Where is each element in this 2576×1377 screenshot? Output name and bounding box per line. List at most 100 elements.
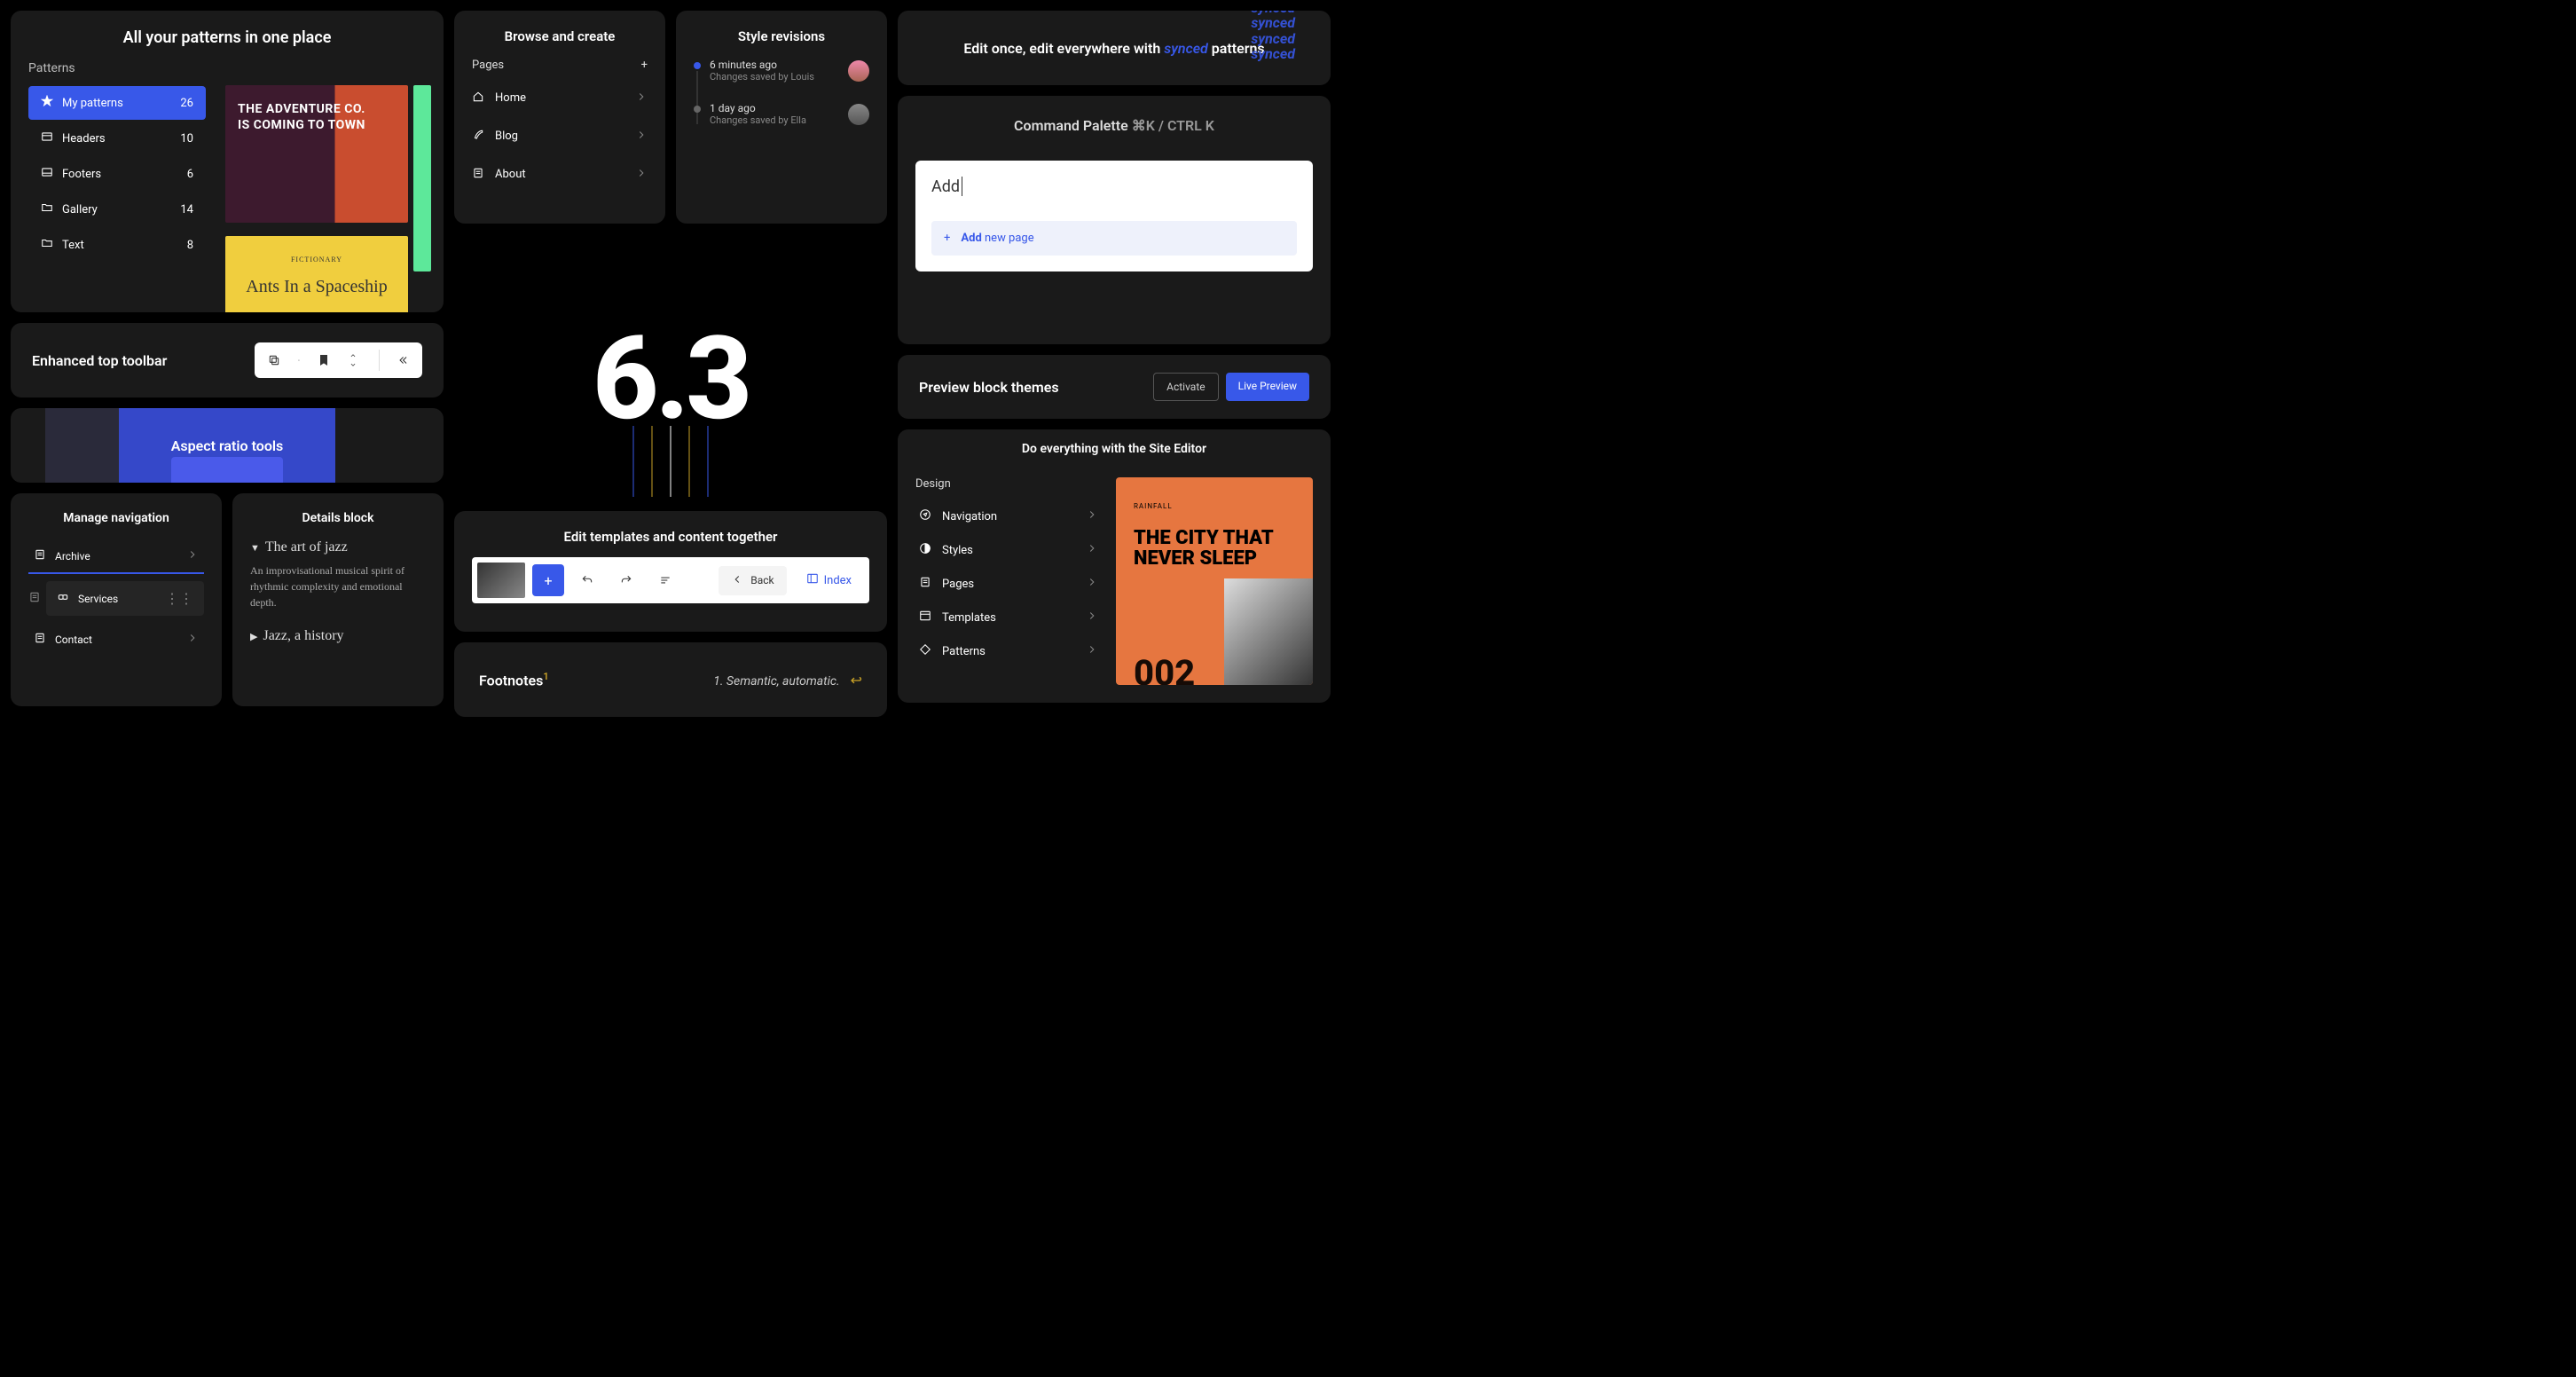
live-preview-button[interactable]: Live Preview (1226, 373, 1309, 401)
details-summary-open[interactable]: ▼The art of jazz (250, 539, 426, 555)
se-label: Templates (942, 611, 996, 625)
revision-item[interactable]: 6 minutes ago Changes saved by Louis (694, 59, 869, 83)
bookmark-icon[interactable] (315, 353, 333, 367)
nav-label: Archive (55, 550, 90, 563)
nav-label: Services (78, 593, 118, 605)
pattern-item-my-patterns[interactable]: My patterns 26 (28, 86, 206, 120)
pattern-label: My patterns (62, 97, 123, 110)
chevron-right-icon (635, 128, 648, 145)
nav-item-services[interactable]: Services ⋮⋮ (46, 581, 204, 616)
star-icon (41, 95, 53, 111)
copy-icon[interactable] (265, 354, 283, 366)
pattern-count: 10 (180, 132, 193, 146)
templates-card: Edit templates and content together + Ba… (454, 511, 887, 632)
command-title: Command Palette ⌘K / CTRL K (915, 117, 1313, 134)
revision-by: Changes saved by Ella (710, 114, 806, 126)
se-item-pages[interactable]: Pages (915, 567, 1102, 601)
home-icon (472, 90, 484, 106)
toolbar-card: Enhanced top toolbar · (11, 323, 444, 397)
se-label: Styles (942, 544, 973, 557)
chevron-right-icon (1086, 576, 1098, 592)
pattern-preview-ants[interactable]: FICTIONARY Ants In a Spaceship (225, 236, 408, 312)
site-editor-card: Do everything with the Site Editor Desig… (898, 429, 1331, 703)
command-result-add-page[interactable]: + Add new page (931, 221, 1297, 256)
preview-small: FICTIONARY (291, 256, 342, 264)
synced-card: syncedsyncedsyncedsyncedsynced Edit once… (898, 11, 1331, 85)
pattern-label: Gallery (62, 203, 98, 216)
pattern-item-headers[interactable]: Headers 10 (28, 122, 206, 155)
page-item-blog[interactable]: Blog (472, 117, 648, 155)
chevron-left-icon (731, 573, 743, 588)
avatar (848, 104, 869, 125)
add-page-button[interactable]: + (641, 59, 648, 72)
document-icon (472, 167, 484, 183)
list-view-button[interactable] (649, 564, 681, 596)
pattern-count: 8 (187, 239, 193, 252)
move-icon[interactable] (347, 351, 365, 369)
chevron-right-icon (1086, 643, 1098, 659)
activate-button[interactable]: Activate (1153, 373, 1219, 401)
nav-item-contact[interactable]: Contact (28, 623, 204, 656)
page-item-about[interactable]: About (472, 155, 648, 193)
page-label: Blog (495, 130, 518, 143)
chevron-right-icon (186, 632, 199, 647)
arrow-right-icon: ▶ (250, 632, 257, 642)
command-shortcut: ⌘K / CTRL K (1132, 117, 1214, 134)
return-icon[interactable]: ↩ (851, 672, 862, 688)
pattern-label: Footers (62, 168, 101, 181)
layout-icon (806, 572, 819, 588)
folder-icon (41, 201, 53, 217)
contrast-icon (919, 542, 931, 558)
version-number: 6.3 (593, 311, 749, 446)
command-input[interactable]: Add (931, 177, 1297, 196)
template-toolbar: + Back Index (472, 557, 869, 603)
details-card: Details block ▼The art of jazz An improv… (232, 493, 444, 706)
details-heading: Jazz, a history (263, 628, 343, 643)
page-item-home[interactable]: Home (472, 79, 648, 117)
se-item-styles[interactable]: Styles (915, 533, 1102, 567)
pattern-item-footers[interactable]: Footers 6 (28, 157, 206, 191)
toolbar-controls: · (255, 342, 422, 378)
se-preview-number: 002 (1134, 652, 1195, 685)
index-button[interactable]: Index (794, 565, 864, 595)
aspect-ratio-card: Aspect ratio tools (11, 408, 444, 483)
layout-icon (41, 166, 53, 182)
templates-title: Edit templates and content together (472, 529, 869, 545)
site-editor-preview[interactable]: RAINFALL THE CITY THAT NEVER SLEEP 002 (1116, 477, 1313, 685)
preview-title: Ants In a Spaceship (225, 277, 408, 297)
chevron-right-icon (1086, 610, 1098, 626)
pattern-count: 14 (180, 203, 193, 216)
se-label: Patterns (942, 645, 986, 658)
se-item-navigation[interactable]: Navigation (915, 500, 1102, 533)
add-block-button[interactable]: + (532, 564, 564, 596)
undo-button[interactable] (571, 564, 603, 596)
patterns-title: All your patterns in one place (28, 28, 426, 47)
chevron-right-icon (1086, 542, 1098, 558)
back-button[interactable]: Back (719, 566, 786, 595)
command-input-box[interactable]: Add + Add new page (915, 161, 1313, 271)
toolbar-title: Enhanced top toolbar (32, 352, 167, 369)
template-thumbnail (477, 563, 525, 598)
revision-dot-icon (694, 62, 701, 69)
pattern-item-gallery[interactable]: Gallery 14 (28, 193, 206, 226)
navigation-card: Manage navigation Archive Services ⋮⋮ Co… (11, 493, 222, 706)
revision-item[interactable]: 1 day ago Changes saved by Ella (694, 102, 869, 126)
pattern-preview-adventure[interactable]: THE ADVENTURE CO. IS COMING TO TOWN (225, 85, 408, 223)
drag-handle-icon[interactable]: ⋮⋮ (165, 590, 193, 607)
avatar (848, 60, 869, 82)
synced-bg-text: syncedsyncedsyncedsyncedsynced (1251, 11, 1295, 62)
preview-title: Preview block themes (919, 379, 1059, 396)
redo-button[interactable] (610, 564, 642, 596)
footnote-sup: 1 (543, 671, 548, 682)
plus-icon: + (944, 232, 950, 245)
details-summary-closed[interactable]: ▶ Jazz, a history (250, 628, 426, 644)
document-icon (34, 548, 46, 563)
se-item-templates[interactable]: Templates (915, 601, 1102, 634)
aspect-title: Aspect ratio tools (171, 437, 284, 454)
pattern-item-text[interactable]: Text 8 (28, 228, 206, 262)
document-icon (919, 576, 931, 592)
nav-item-archive[interactable]: Archive (28, 539, 204, 574)
se-item-patterns[interactable]: Patterns (915, 634, 1102, 668)
link-icon (57, 590, 69, 607)
collapse-icon[interactable] (394, 354, 412, 366)
